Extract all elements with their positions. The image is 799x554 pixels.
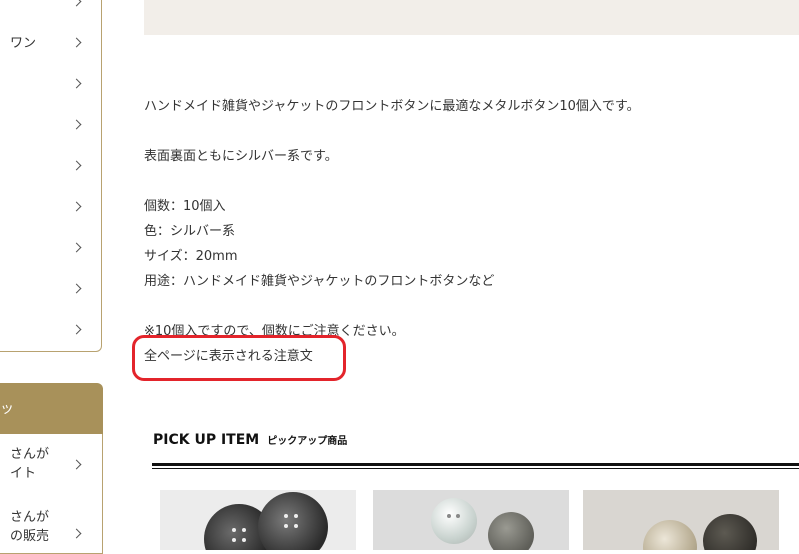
description-line: 表面裏面ともにシルバー系です。 (144, 149, 338, 164)
chevron-right-icon (71, 242, 82, 253)
pickup-product-image-3[interactable] (583, 490, 779, 550)
highlight-circle (132, 335, 346, 381)
pickup-heading: PICK UP ITEM ピックアップ商品 (153, 432, 347, 448)
sidebar-item-3[interactable] (0, 75, 100, 95)
chevron-right-icon (71, 324, 82, 335)
description-line: ハンドメイド雑貨やジャケットのフロントボタンに最適なメタルボタン10個入です。 (144, 99, 640, 114)
divider (152, 468, 799, 469)
sidebar-item-1[interactable] (0, 0, 100, 13)
chevron-right-icon (71, 0, 82, 7)
chevron-right-icon (71, 37, 82, 48)
sidebar-section-title: ッ (0, 401, 14, 417)
pickup-subtitle: ピックアップ商品 (267, 436, 348, 447)
product-image-banner (144, 0, 799, 35)
sidebar-sub-item-1[interactable]: さんが イト (0, 445, 110, 485)
sidebar-item-6[interactable] (0, 198, 100, 218)
chevron-right-icon (71, 78, 82, 89)
chevron-right-icon (71, 160, 82, 171)
button-image (703, 514, 757, 550)
sidebar-item-5[interactable] (0, 157, 100, 177)
button-image (258, 492, 328, 550)
sidebar-item-7[interactable] (0, 239, 100, 259)
chevron-right-icon (71, 459, 82, 470)
sidebar-sub-item-2[interactable]: さんが の販売 (0, 508, 110, 548)
button-image (488, 512, 534, 550)
chevron-right-icon (71, 119, 82, 130)
sidebar-sub-item-label: さんが イト (10, 447, 50, 481)
spec-use: 用途：ハンドメイド雑貨やジャケットのフロントボタンなど (144, 274, 495, 289)
chevron-right-icon (71, 283, 82, 294)
sidebar-sub-item-label: さんが の販売 (10, 510, 50, 544)
pickup-product-image-2[interactable] (373, 490, 569, 550)
sidebar-item-9[interactable] (0, 321, 100, 341)
divider (152, 463, 799, 466)
spec-count: 個数：10個入 (144, 199, 226, 214)
chevron-right-icon (71, 201, 82, 212)
button-image (643, 520, 697, 550)
sidebar-item-2[interactable]: ワン (0, 34, 100, 54)
sidebar-item-4[interactable] (0, 116, 100, 136)
sidebar-item-label: ワン (10, 36, 37, 51)
spec-size: サイズ：20mm (144, 249, 238, 264)
pickup-product-image-1[interactable] (160, 490, 356, 550)
pickup-title: PICK UP ITEM (153, 432, 260, 448)
spec-color: 色：シルバー系 (144, 224, 236, 239)
sidebar-item-8[interactable] (0, 280, 100, 300)
button-image (431, 498, 477, 544)
sidebar-section-header: ッ (0, 383, 103, 435)
